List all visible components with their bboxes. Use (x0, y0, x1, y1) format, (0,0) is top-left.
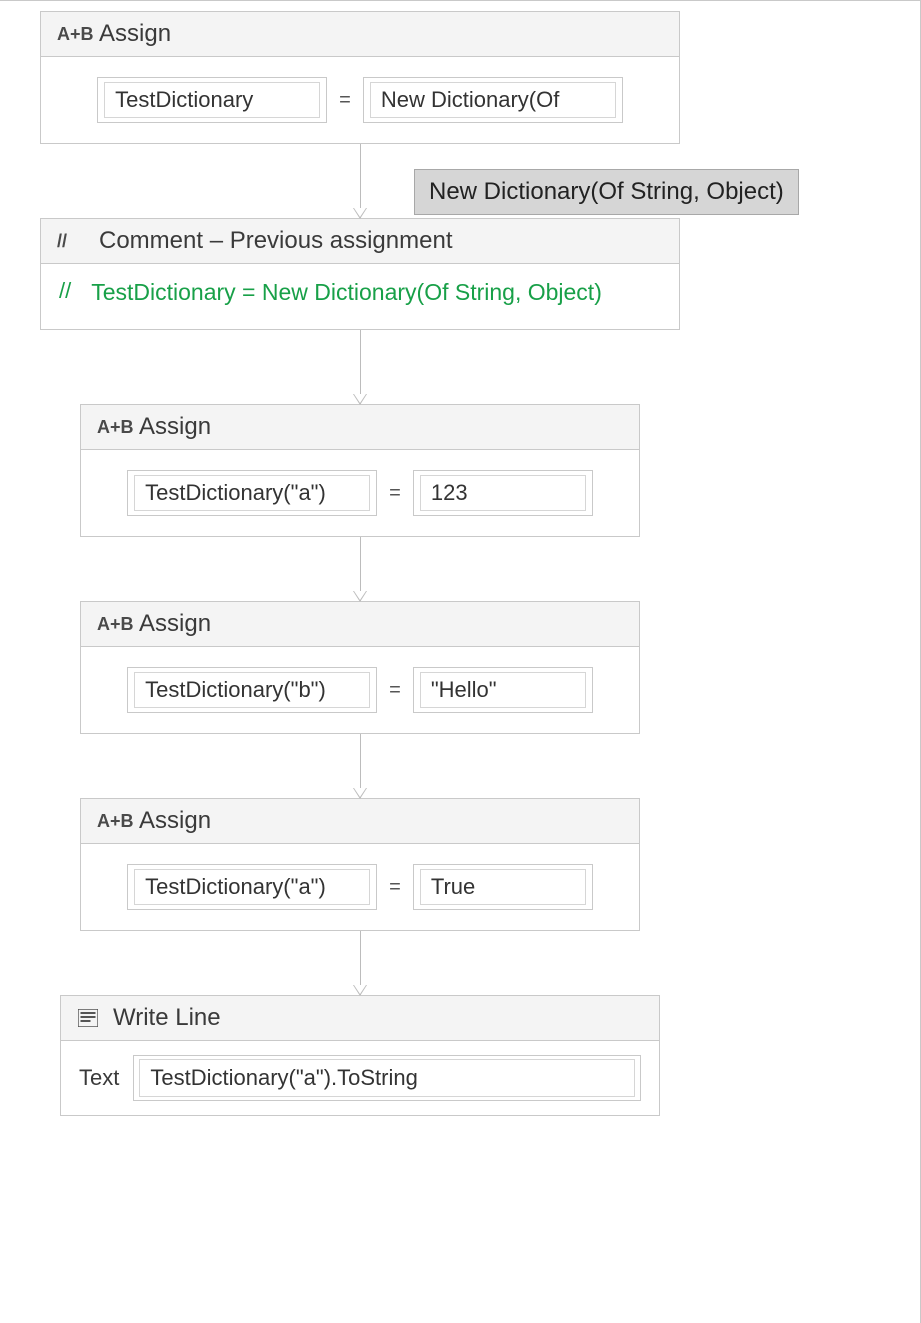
activity-body: Text TestDictionary("a").ToString (61, 1041, 659, 1115)
expression-text: TestDictionary("a") (134, 475, 370, 511)
activity-body: TestDictionary("b") = "Hello" (81, 647, 639, 733)
activity-header: A+B Assign (81, 405, 639, 450)
write-line-text-label: Text (79, 1065, 119, 1091)
comment-body-prefix: // (59, 276, 71, 304)
assign-icon: A+B (97, 417, 125, 438)
expression-text: TestDictionary("b") (134, 672, 370, 708)
assign-right-expression[interactable]: True (413, 864, 593, 910)
write-line-text-input[interactable]: TestDictionary("a").ToString (133, 1055, 641, 1101)
write-line-activity[interactable]: Write Line Text TestDictionary("a").ToSt… (60, 995, 660, 1116)
comment-icon: // (57, 231, 85, 252)
expression-text: New Dictionary(Of (370, 82, 616, 118)
assign-left-expression[interactable]: TestDictionary("a") (127, 470, 377, 516)
assign-left-expression[interactable]: TestDictionary("a") (127, 864, 377, 910)
comment-body-text: TestDictionary = New Dictionary(Of Strin… (91, 276, 602, 309)
activity-title: Assign (139, 610, 211, 638)
assign-icon: A+B (97, 614, 125, 635)
activity-title: Assign (139, 807, 211, 835)
activity-body: // TestDictionary = New Dictionary(Of St… (41, 264, 679, 329)
activity-header: A+B Assign (41, 12, 679, 57)
assign-activity-4[interactable]: A+B Assign TestDictionary("a") = True (80, 798, 640, 931)
assign-activity-1[interactable]: A+B Assign TestDictionary = New Dictiona… (40, 11, 680, 144)
expression-text: TestDictionary (104, 82, 320, 118)
activity-title: Comment – Previous assignment (99, 227, 452, 255)
write-line-icon (77, 1008, 99, 1028)
flow-arrow (359, 734, 361, 798)
activity-title: Assign (99, 20, 171, 48)
expression-text: 123 (420, 475, 586, 511)
expression-text: "Hello" (420, 672, 586, 708)
flow-arrow (359, 144, 361, 218)
expression-tooltip: New Dictionary(Of String, Object) (414, 169, 799, 215)
tooltip-text: New Dictionary(Of String, Object) (429, 178, 784, 205)
flow-arrow (359, 330, 361, 404)
flow-arrow (359, 537, 361, 601)
assign-left-expression[interactable]: TestDictionary("b") (127, 667, 377, 713)
activity-header: A+B Assign (81, 799, 639, 844)
expression-text: TestDictionary("a").ToString (139, 1059, 635, 1097)
assign-left-expression[interactable]: TestDictionary (97, 77, 327, 123)
activity-body: TestDictionary("a") = 123 (81, 450, 639, 536)
activity-header: A+B Assign (81, 602, 639, 647)
activity-header: // Comment – Previous assignment (41, 219, 679, 264)
equals-label: = (387, 679, 403, 702)
assign-activity-3[interactable]: A+B Assign TestDictionary("b") = "Hello" (80, 601, 640, 734)
comment-activity[interactable]: // Comment – Previous assignment // Test… (40, 218, 680, 330)
assign-activity-2[interactable]: A+B Assign TestDictionary("a") = 123 (80, 404, 640, 537)
assign-icon: A+B (57, 24, 85, 45)
flow-arrow (359, 931, 361, 995)
assign-right-expression[interactable]: "Hello" (413, 667, 593, 713)
activity-title: Assign (139, 413, 211, 441)
equals-label: = (387, 876, 403, 899)
activity-body: TestDictionary("a") = True (81, 844, 639, 930)
activity-header: Write Line (61, 996, 659, 1041)
workflow-canvas[interactable]: A+B Assign TestDictionary = New Dictiona… (0, 0, 921, 1323)
expression-text: True (420, 869, 586, 905)
equals-label: = (337, 89, 353, 112)
assign-icon: A+B (97, 811, 125, 832)
assign-right-expression[interactable]: New Dictionary(Of (363, 77, 623, 123)
activity-title: Write Line (113, 1004, 221, 1032)
expression-text: TestDictionary("a") (134, 869, 370, 905)
activity-body: TestDictionary = New Dictionary(Of (41, 57, 679, 143)
assign-right-expression[interactable]: 123 (413, 470, 593, 516)
equals-label: = (387, 482, 403, 505)
